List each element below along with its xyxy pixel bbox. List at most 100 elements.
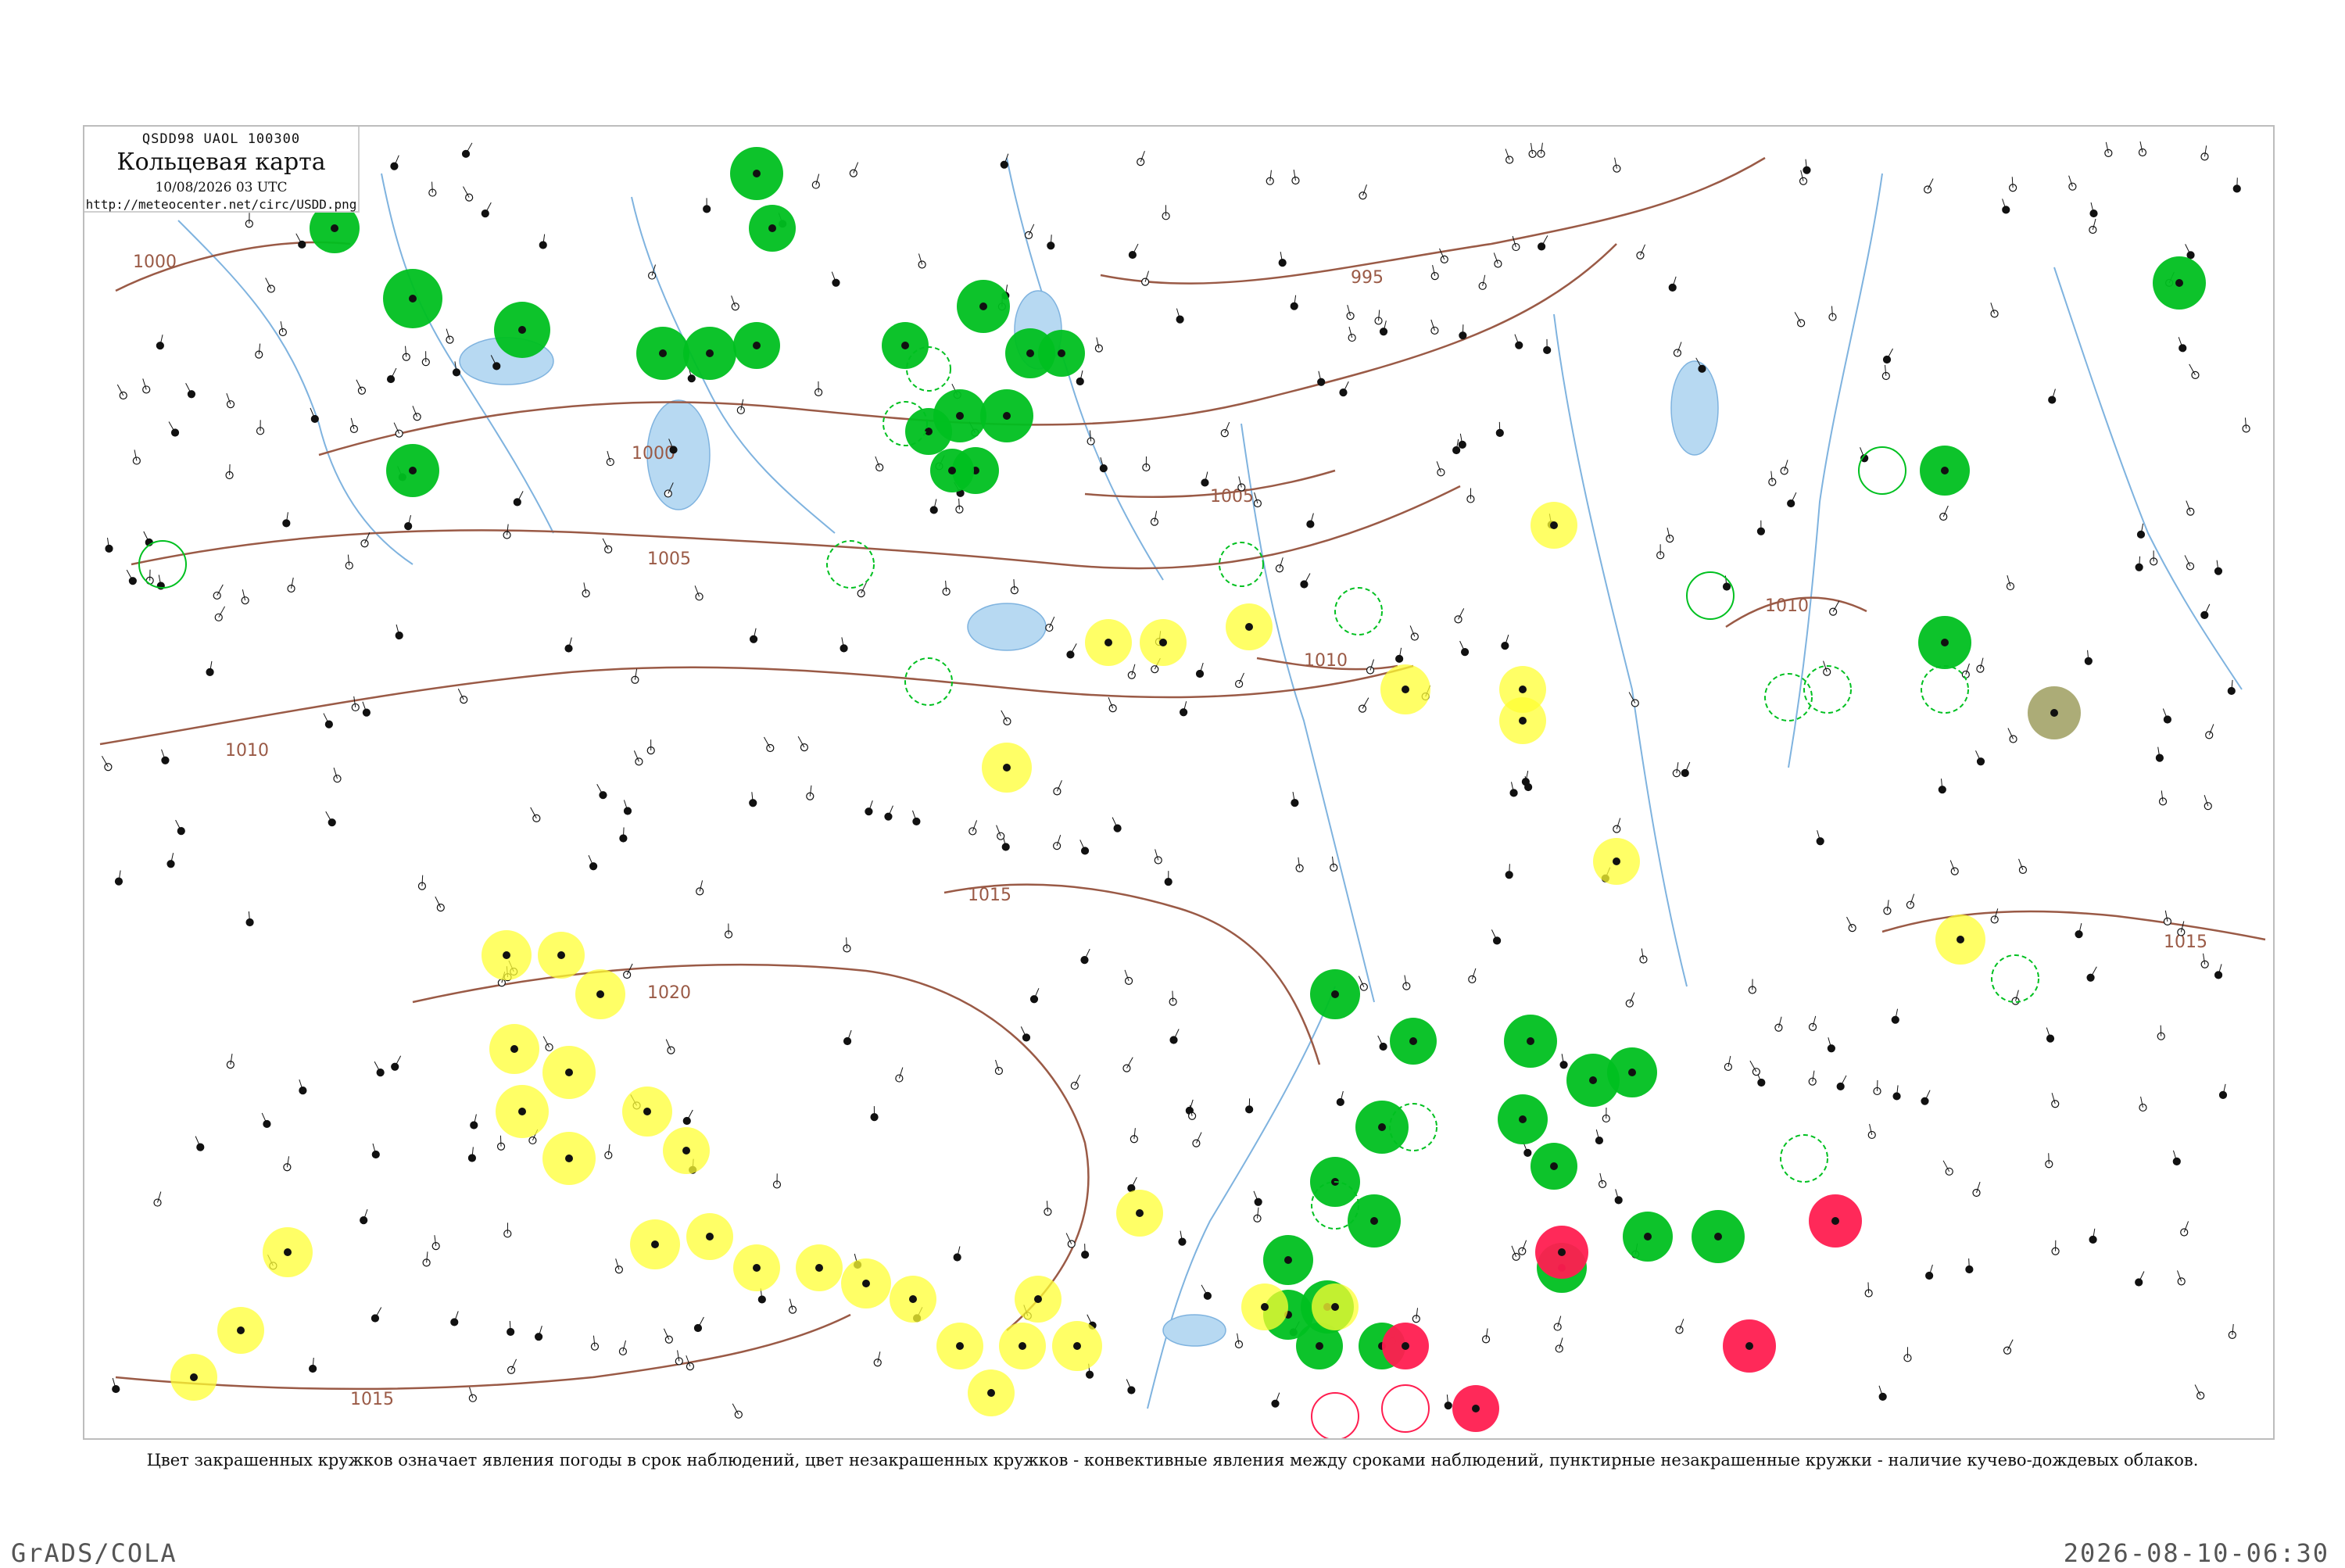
station-dot xyxy=(1550,1162,1558,1170)
isobar-line xyxy=(944,885,1319,1065)
station-marker xyxy=(871,1106,878,1121)
station-marker xyxy=(1155,849,1162,864)
station-marker xyxy=(1431,320,1438,335)
station-marker xyxy=(1640,948,1647,963)
station-marker xyxy=(422,351,429,366)
station-marker xyxy=(969,820,977,835)
station-marker xyxy=(1301,574,1310,589)
station-marker xyxy=(458,689,467,703)
station-marker xyxy=(2189,364,2199,379)
station-marker xyxy=(388,368,396,383)
station-marker xyxy=(2178,922,2185,936)
station-marker xyxy=(350,418,357,433)
station-marker xyxy=(1892,1009,1899,1024)
station-dot xyxy=(1245,623,1253,631)
station-marker xyxy=(1595,1129,1602,1144)
station-dot xyxy=(2050,709,2058,717)
station-marker xyxy=(2052,1093,2059,1108)
isobar-label: 1015 xyxy=(2164,933,2207,952)
station-marker xyxy=(1137,151,1145,166)
station-marker xyxy=(1976,750,1985,765)
station-marker xyxy=(1962,664,1969,678)
station-marker xyxy=(1021,1026,1029,1041)
station-marker xyxy=(750,628,757,643)
station-dot xyxy=(1644,1233,1652,1240)
station-marker xyxy=(1544,339,1551,354)
station-marker xyxy=(296,234,306,249)
weather-map: 1000995100010051005101010101010101510151… xyxy=(83,125,2275,1440)
station-marker xyxy=(1479,275,1486,290)
station-marker xyxy=(696,880,704,895)
station-marker xyxy=(2204,795,2211,810)
station-marker xyxy=(2046,1153,2053,1168)
stations-layer xyxy=(102,141,2250,1418)
station-dot xyxy=(2175,279,2183,287)
station-marker xyxy=(1186,1100,1193,1115)
station-marker xyxy=(683,1110,693,1125)
station-marker xyxy=(582,582,589,597)
station-dot xyxy=(1714,1233,1722,1240)
station-marker xyxy=(283,512,290,527)
station-marker xyxy=(284,1156,291,1171)
station-marker xyxy=(1459,434,1466,449)
station-marker xyxy=(624,800,631,815)
isobar-label: 1005 xyxy=(647,550,691,569)
station-marker xyxy=(2214,560,2221,575)
station-marker xyxy=(607,451,614,466)
station-dot xyxy=(753,170,761,177)
station-marker xyxy=(1296,857,1303,872)
station-marker xyxy=(1491,929,1500,944)
station-marker xyxy=(113,1378,120,1393)
station-marker xyxy=(2201,954,2208,968)
station-marker xyxy=(508,1359,517,1374)
station-marker xyxy=(1977,658,1984,673)
station-marker xyxy=(324,714,332,729)
station-marker xyxy=(2164,911,2171,925)
station-dot xyxy=(237,1326,245,1334)
station-dot xyxy=(1026,349,1034,357)
station-marker xyxy=(1272,1393,1280,1408)
station-marker xyxy=(227,393,234,407)
station-dot xyxy=(1589,1076,1597,1084)
station-marker xyxy=(1510,782,1517,797)
station-marker xyxy=(2186,244,2194,259)
station-marker xyxy=(1529,143,1536,158)
station-marker xyxy=(1846,917,1856,932)
station-marker xyxy=(997,825,1004,840)
station-marker xyxy=(695,585,703,600)
station-dot xyxy=(565,1155,573,1162)
station-marker xyxy=(737,399,744,414)
station-marker xyxy=(2163,709,2171,724)
station-marker xyxy=(918,254,925,269)
station-marker xyxy=(2160,790,2167,804)
station-marker xyxy=(127,570,136,585)
station-marker xyxy=(1201,1285,1211,1300)
convective-circle-outline xyxy=(1687,572,1734,619)
station-marker xyxy=(1460,641,1469,656)
station-marker xyxy=(2052,1240,2059,1255)
station-marker xyxy=(1483,1328,1490,1343)
station-marker xyxy=(1865,1283,1872,1298)
station-marker xyxy=(403,346,410,361)
station-marker xyxy=(1455,608,1464,623)
station-marker xyxy=(1128,664,1135,679)
station-marker xyxy=(1681,762,1690,777)
station-marker xyxy=(1775,1017,1782,1032)
station-marker xyxy=(954,1246,961,1261)
station-marker xyxy=(279,321,286,336)
station-dot xyxy=(815,1264,823,1272)
station-marker xyxy=(1292,170,1299,184)
station-marker xyxy=(732,1404,742,1419)
station-marker xyxy=(2010,177,2017,192)
station-marker xyxy=(675,1350,682,1365)
station-marker xyxy=(246,911,253,926)
station-marker xyxy=(471,1115,478,1129)
station-dot xyxy=(409,467,417,474)
station-marker xyxy=(1940,506,1949,521)
station-dot xyxy=(1003,764,1011,771)
station-dot xyxy=(557,951,565,959)
station-marker xyxy=(463,187,472,202)
source-url[interactable]: http://meteocenter.net/circ/USDD.png xyxy=(84,197,358,212)
station-marker xyxy=(1810,1016,1817,1031)
station-dot xyxy=(1519,1115,1527,1123)
